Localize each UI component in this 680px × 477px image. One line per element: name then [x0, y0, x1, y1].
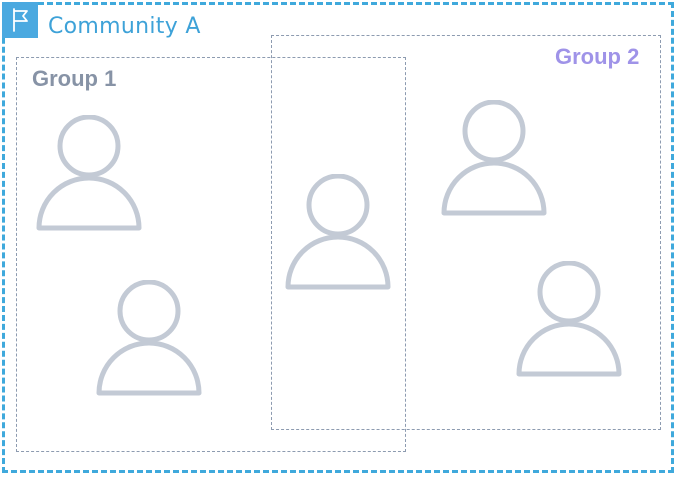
community-title: Community A [48, 14, 201, 39]
person-icon [285, 174, 395, 294]
person-icon [96, 280, 206, 400]
person-icon [36, 115, 146, 235]
group-2-label: Group 2 [555, 44, 640, 69]
person-icon [516, 261, 626, 381]
person-icon [441, 100, 551, 220]
flag-icon [2, 2, 38, 38]
group-1-label: Group 1 [32, 66, 117, 91]
